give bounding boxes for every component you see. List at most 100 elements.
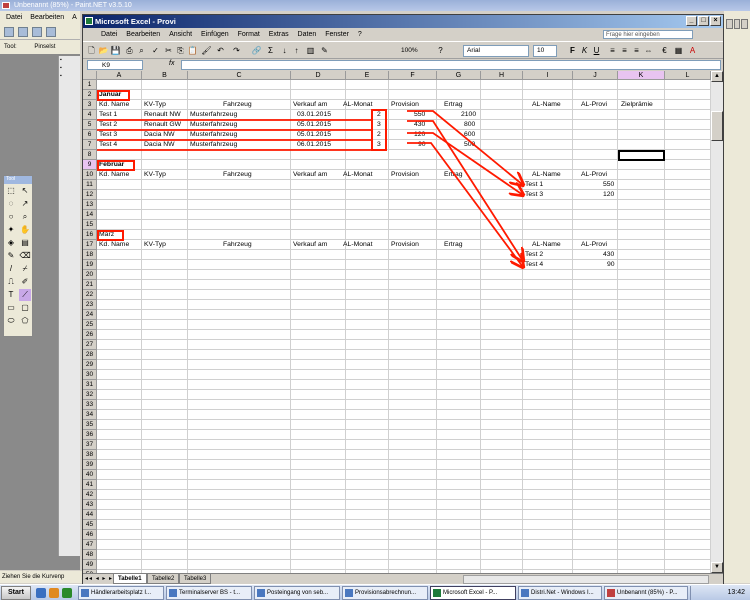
- move-selection-icon[interactable]: ↗: [19, 198, 31, 210]
- redo-icon[interactable]: ↷: [231, 45, 242, 56]
- column-header-g[interactable]: G: [437, 71, 481, 80]
- task-paintnet[interactable]: Unbenannt (85%) - P...: [604, 586, 688, 600]
- menu-bearbeiten[interactable]: Bearbeiten: [126, 28, 160, 41]
- row-header-44[interactable]: 44: [83, 510, 97, 520]
- row-header-45[interactable]: 45: [83, 520, 97, 530]
- ellipse-icon[interactable]: ⬭: [5, 315, 17, 327]
- undo-icon[interactable]: ↶: [215, 45, 226, 56]
- paintnet-menu-ansicht[interactable]: A: [72, 14, 77, 21]
- row-header-38[interactable]: 38: [83, 450, 97, 460]
- font-color-icon[interactable]: A: [687, 45, 698, 56]
- minimize-icon[interactable]: [726, 19, 733, 29]
- save-icon[interactable]: [32, 27, 42, 37]
- sort-desc-icon[interactable]: ↑: [291, 45, 302, 56]
- ql-browser-icon[interactable]: [49, 588, 59, 598]
- ellipse-select-icon[interactable]: ○: [5, 211, 17, 223]
- font-size-select[interactable]: 10: [533, 45, 557, 57]
- start-button[interactable]: Start: [1, 586, 31, 600]
- rect-select-icon[interactable]: ⬚: [5, 185, 17, 197]
- row-header-46[interactable]: 46: [83, 530, 97, 540]
- freeform-icon[interactable]: ⬠: [19, 315, 31, 327]
- row-header-9[interactable]: 9: [83, 160, 97, 170]
- row-header-12[interactable]: 12: [83, 190, 97, 200]
- row-header-4[interactable]: 4: [83, 110, 97, 120]
- borders-icon[interactable]: ▦: [673, 45, 684, 56]
- row-header-18[interactable]: 18: [83, 250, 97, 260]
- row-header-36[interactable]: 36: [83, 430, 97, 440]
- eraser-icon[interactable]: ⌫: [19, 250, 31, 262]
- rounded-rect-icon[interactable]: ▢: [19, 302, 31, 314]
- panel-item[interactable]: ▪: [59, 56, 80, 64]
- lasso-icon[interactable]: ◌: [5, 198, 17, 210]
- row-header-32[interactable]: 32: [83, 390, 97, 400]
- row-header-48[interactable]: 48: [83, 550, 97, 560]
- tool-option[interactable]: Pinselst: [34, 44, 55, 50]
- paintnet-menu-datei[interactable]: Datei: [6, 14, 22, 21]
- row-header-34[interactable]: 34: [83, 410, 97, 420]
- worksheet-grid[interactable]: Januar Februar März Kd. Name KV-Typ Fahr…: [83, 71, 711, 573]
- align-center-icon[interactable]: ≡: [619, 45, 630, 56]
- task-provisionsabrechnung[interactable]: Provisionsabrechnun...: [342, 586, 428, 600]
- menu-ansicht[interactable]: Ansicht: [169, 28, 192, 41]
- row-header-7[interactable]: 7: [83, 140, 97, 150]
- move-icon[interactable]: ↖: [19, 185, 31, 197]
- ql-desktop-icon[interactable]: [36, 588, 46, 598]
- font-select[interactable]: Arial: [463, 45, 529, 57]
- recolor-icon[interactable]: ✐: [19, 276, 31, 288]
- column-header-d[interactable]: D: [291, 71, 346, 80]
- row-header-49[interactable]: 49: [83, 560, 97, 570]
- row-header-39[interactable]: 39: [83, 460, 97, 470]
- row-header-31[interactable]: 31: [83, 380, 97, 390]
- row-header-28[interactable]: 28: [83, 350, 97, 360]
- print-icon[interactable]: [46, 27, 56, 37]
- align-right-icon[interactable]: ≡: [631, 45, 642, 56]
- bucket-icon[interactable]: ◈: [5, 237, 17, 249]
- column-header-k[interactable]: K: [618, 71, 665, 80]
- scroll-up-icon[interactable]: ▲: [711, 71, 723, 82]
- open-file-icon[interactable]: [18, 27, 28, 37]
- chart-wizard-icon[interactable]: ▥: [305, 45, 316, 56]
- menu-datei[interactable]: Datei: [101, 28, 117, 41]
- row-header-47[interactable]: 47: [83, 540, 97, 550]
- column-header-a[interactable]: A: [97, 71, 142, 80]
- menu-einfuegen[interactable]: Einfügen: [201, 28, 229, 41]
- row-header-42[interactable]: 42: [83, 490, 97, 500]
- row-header-11[interactable]: 11: [83, 180, 97, 190]
- close-icon[interactable]: [741, 19, 749, 29]
- column-header-i[interactable]: I: [523, 71, 573, 80]
- row-header-22[interactable]: 22: [83, 290, 97, 300]
- menu-help[interactable]: ?: [358, 28, 362, 41]
- paste-icon[interactable]: 📋: [187, 45, 198, 56]
- row-header-25[interactable]: 25: [83, 320, 97, 330]
- merge-icon[interactable]: ⇔: [643, 45, 654, 56]
- align-left-icon[interactable]: ≡: [607, 45, 618, 56]
- pencil-icon[interactable]: ✎: [5, 250, 17, 262]
- restore-icon[interactable]: [733, 19, 741, 29]
- currency-icon[interactable]: €: [659, 45, 670, 56]
- row-header-14[interactable]: 14: [83, 210, 97, 220]
- column-header-f[interactable]: F: [389, 71, 437, 80]
- stamp-icon[interactable]: ⎍: [5, 276, 17, 288]
- close-button[interactable]: ×: [710, 16, 721, 26]
- row-header-6[interactable]: 6: [83, 130, 97, 140]
- column-header-c[interactable]: C: [188, 71, 291, 80]
- gradient-icon[interactable]: ▤: [19, 237, 31, 249]
- menu-extras[interactable]: Extras: [269, 28, 289, 41]
- picker-icon[interactable]: ⌿: [19, 263, 31, 275]
- rectangle-icon[interactable]: ▭: [5, 302, 17, 314]
- row-header-30[interactable]: 30: [83, 370, 97, 380]
- zoom-select[interactable]: 100%: [401, 45, 431, 57]
- formula-input[interactable]: [181, 60, 721, 70]
- task-haendlerarbeitsplatz[interactable]: Händlerarbeitsplatz I...: [78, 586, 164, 600]
- brush-icon[interactable]: /: [5, 263, 17, 275]
- row-header-33[interactable]: 33: [83, 400, 97, 410]
- row-header-13[interactable]: 13: [83, 200, 97, 210]
- row-header-19[interactable]: 19: [83, 260, 97, 270]
- scroll-down-icon[interactable]: ▼: [711, 562, 723, 573]
- italic-icon[interactable]: K: [579, 45, 590, 56]
- copy-icon[interactable]: ⎘: [175, 45, 186, 56]
- underline-icon[interactable]: U: [591, 45, 602, 56]
- print-icon[interactable]: ⎙: [124, 45, 135, 56]
- row-header-10[interactable]: 10: [83, 170, 97, 180]
- row-header-43[interactable]: 43: [83, 500, 97, 510]
